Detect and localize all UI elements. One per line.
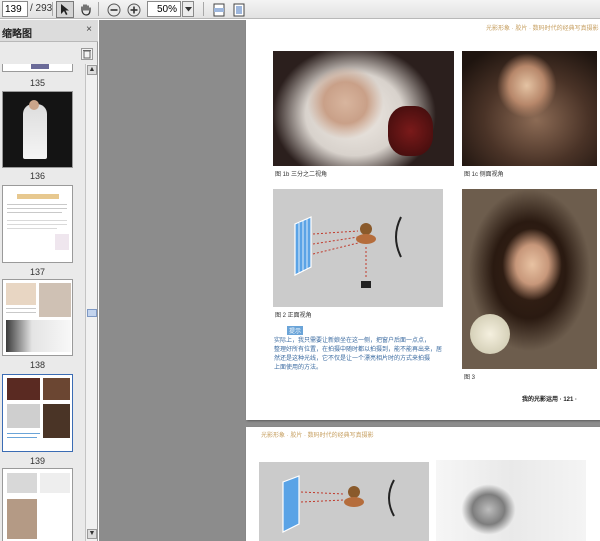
page-139: 光影形象 · 胶片 · 数码时代的经典写真摄影 图 1b 三分之二视角 图 1c… <box>246 20 600 420</box>
thumbnail-scrollbar[interactable]: ▲ ▼ <box>85 64 97 541</box>
page-total-label: / 293 <box>30 3 53 14</box>
scrollbar-thumb[interactable] <box>87 309 97 317</box>
figure-caption: 图 2 正面视角 <box>275 313 312 319</box>
reflector-icon <box>388 479 395 517</box>
body-line: 实际上，我只需要让新娘坐在这一侧，把窗户后面一点点， <box>274 338 431 344</box>
photo-bride-side <box>462 51 597 166</box>
figure-caption: 图 1c 侧面视角 <box>464 172 504 178</box>
photo-girl-portrait <box>462 189 597 369</box>
toolbar-separator <box>52 2 53 16</box>
toolbar-separator <box>203 2 204 16</box>
page-header-note: 光影形象 · 胶片 · 数码时代的经典写真摄影 <box>486 26 599 32</box>
panel-header: 缩略图 × <box>0 20 98 42</box>
subject-head-icon <box>348 486 360 498</box>
page-140: 光影形象 · 胶片 · 数码时代的经典写真摄影 <box>246 427 600 541</box>
thumbnail-label: 137 <box>29 267 46 277</box>
thumbnail-137[interactable] <box>2 185 73 263</box>
thumbnail-138[interactable] <box>2 279 73 356</box>
body-line: 上面使用的方法。 <box>274 365 323 371</box>
thumbnail-list: 135 136 137 138 139 <box>0 64 84 541</box>
thumbnail-label: 138 <box>29 360 46 370</box>
reflector-icon <box>395 216 402 258</box>
scroll-down-arrow-icon[interactable]: ▼ <box>87 529 97 539</box>
camera-icon <box>361 281 371 288</box>
zoom-level-input[interactable] <box>147 1 181 17</box>
lighting-diagram <box>273 189 443 307</box>
zoom-in-icon <box>127 3 141 16</box>
tip-tag: 提示 <box>287 326 304 335</box>
figure-caption: 图 3 <box>464 375 476 381</box>
thumbnail-label: 139 <box>29 456 46 466</box>
subject-head-icon <box>360 223 372 235</box>
photo-bride-veil <box>273 51 454 166</box>
thumbnail-label: 136 <box>29 171 46 181</box>
figure-caption: 图 1b 三分之二视角 <box>275 172 328 178</box>
hand-tool-button[interactable] <box>76 1 94 18</box>
zoom-dropdown-button[interactable] <box>182 1 194 17</box>
thumbnail-139[interactable] <box>2 374 73 452</box>
zoom-out-icon <box>107 3 121 16</box>
trash-icon <box>83 50 91 59</box>
thumbnail-136[interactable] <box>2 91 73 168</box>
body-paragraph: 实际上，我只需要让新娘坐在这一侧，把窗户后面一点点， 整理好所有位置，在拍摄中随… <box>274 337 444 373</box>
hand-tool-icon <box>80 4 91 16</box>
close-panel-button[interactable]: × <box>83 24 95 36</box>
thumbnail-140[interactable] <box>2 468 73 541</box>
panel-options-button[interactable] <box>81 48 93 60</box>
body-line: 然还是这种光线，它不仅是让一个漂亮相片时的方式来拍摄 <box>274 356 431 362</box>
page-footer: 我的光影运用 · 121 · <box>522 397 578 403</box>
thumbnail-label: 135 <box>29 78 46 88</box>
zoom-in-button[interactable] <box>125 1 143 18</box>
toolbar: / 293 <box>0 0 600 19</box>
fit-width-icon <box>233 3 245 16</box>
thumbnail-135[interactable] <box>2 64 73 72</box>
toolbar-separator <box>98 2 99 16</box>
scroll-up-arrow-icon[interactable]: ▲ <box>87 65 97 75</box>
window-icon <box>282 475 300 533</box>
thumbnails-panel: 缩略图 × 135 136 137 138 139 ▲ ▼ <box>0 20 98 541</box>
zoom-out-button[interactable] <box>105 1 123 18</box>
fit-page-icon <box>213 3 225 16</box>
lighting-diagram-svg <box>282 475 395 533</box>
select-tool-button[interactable] <box>56 1 74 18</box>
fit-page-button[interactable] <box>210 1 228 18</box>
panel-title: 缩略图 <box>2 29 32 40</box>
document-view[interactable]: 光影形象 · 胶片 · 数码时代的经典写真摄影 图 1b 三分之二视角 图 1c… <box>99 20 600 541</box>
lighting-diagram-svg <box>294 216 402 288</box>
lighting-diagram-repeat <box>259 462 429 541</box>
fit-width-button[interactable] <box>230 1 248 18</box>
select-arrow-icon <box>61 4 69 15</box>
chevron-down-icon <box>184 6 192 11</box>
body-line: 整理好所有位置，在拍摄中随时都以拍摄到，能不能再出来，居 <box>274 347 443 353</box>
photo-bride-bw <box>436 460 586 541</box>
page-number-input[interactable] <box>2 1 28 17</box>
page-header-note: 光影形象 · 胶片 · 数码时代的经典写真摄影 <box>261 433 374 439</box>
